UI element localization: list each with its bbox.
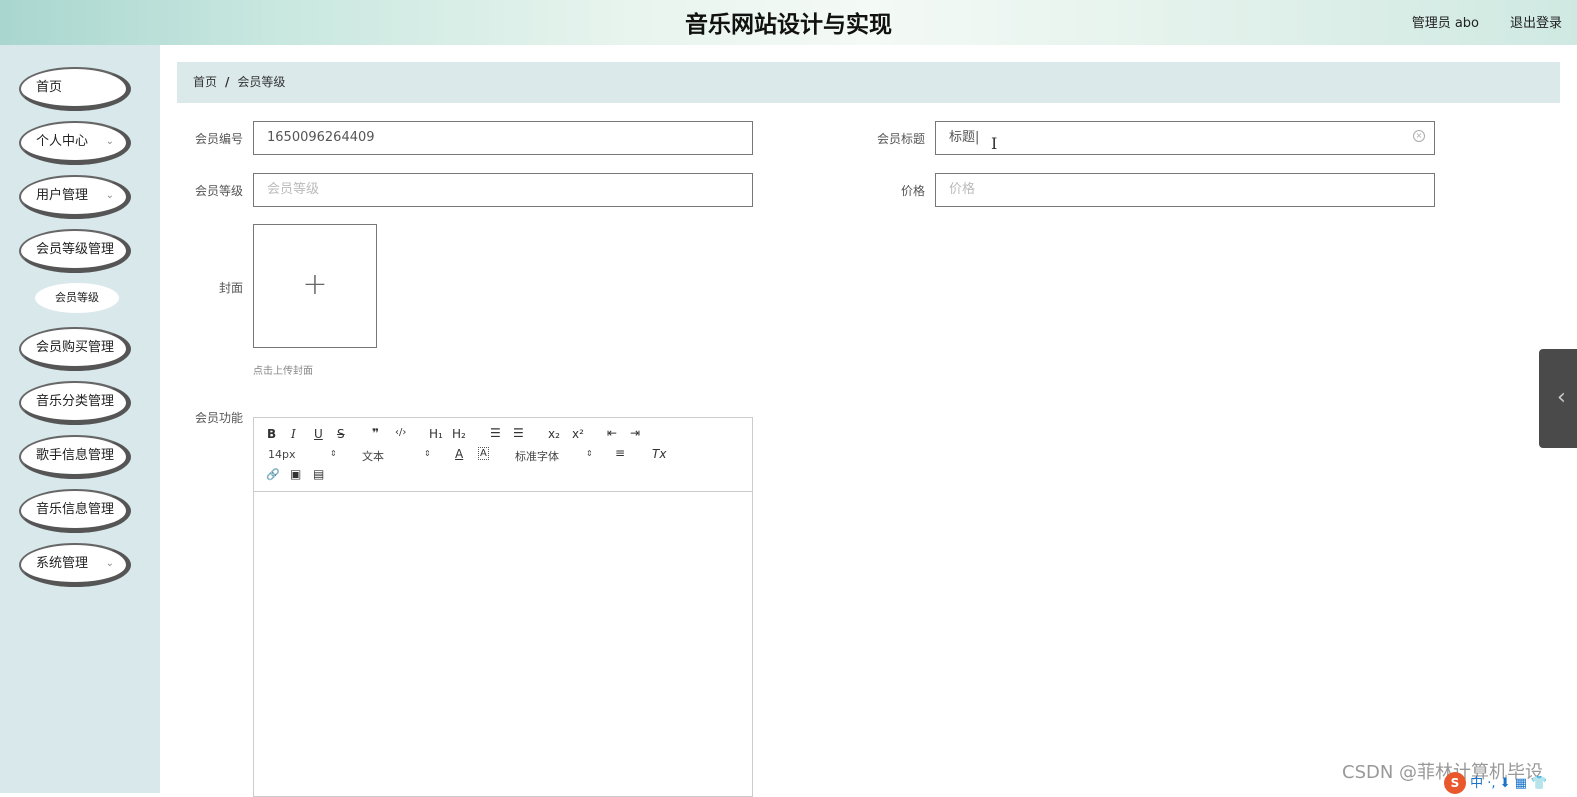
breadcrumb: 首页 / 会员等级 bbox=[177, 62, 1560, 103]
price-label: 价格 bbox=[900, 184, 925, 198]
sidebar-item-label: 会员购买管理 bbox=[36, 340, 115, 355]
bullet-list-button[interactable]: ☰ bbox=[513, 426, 524, 440]
sidebar-item-label: 会员等级管理 bbox=[36, 242, 115, 257]
breadcrumb-home[interactable]: 首页 bbox=[193, 75, 217, 89]
member-title-label: 会员标题 bbox=[876, 132, 925, 146]
sidebar-item-label: 系统管理 bbox=[36, 556, 89, 571]
align-button[interactable]: ≡ bbox=[615, 446, 625, 460]
indent-button[interactable]: ⇥ bbox=[630, 426, 640, 440]
font-family-value: 标准字体 bbox=[515, 450, 559, 463]
sidebar-item-member-purchase[interactable]: 会员购买管理 bbox=[19, 327, 131, 371]
member-level-label: 会员等级 bbox=[194, 184, 243, 198]
heading2-button[interactable]: H₂ bbox=[452, 427, 466, 441]
bold-button[interactable]: B bbox=[267, 427, 276, 441]
sidebar-item-label: 个人中心 bbox=[36, 134, 89, 149]
sidebar-item-singer-info[interactable]: 歌手信息管理 bbox=[19, 435, 131, 479]
sidebar-item-music-info[interactable]: 音乐信息管理 bbox=[19, 489, 131, 533]
ordered-list-button[interactable]: ☰ bbox=[490, 426, 501, 440]
logout-link[interactable]: 退出登录 bbox=[1510, 12, 1562, 31]
font-size-select[interactable]: 14px ⇕ bbox=[268, 448, 338, 461]
background-color-button[interactable]: A bbox=[478, 447, 489, 460]
price-input[interactable]: 价格 bbox=[935, 173, 1435, 207]
member-title-input[interactable]: 标题| bbox=[935, 121, 1435, 155]
font-family-select[interactable]: 标准字体 ⇕ bbox=[515, 448, 595, 464]
select-arrow-icon: ⇕ bbox=[330, 449, 337, 458]
member-id-label: 会员编号 bbox=[194, 132, 243, 146]
sidebar-item-user-management[interactable]: 用户管理 ⌄ bbox=[19, 175, 131, 219]
text-style-select[interactable]: 文本 ⇕ bbox=[362, 448, 432, 464]
chevron-left-icon: ‹ bbox=[1557, 385, 1566, 410]
chevron-down-icon: ⌄ bbox=[105, 136, 114, 147]
editor-content[interactable] bbox=[254, 493, 752, 796]
cover-label: 封面 bbox=[218, 281, 243, 295]
sidebar-item-label: 用户管理 bbox=[36, 188, 89, 203]
sidebar-item-label: 首页 bbox=[36, 80, 63, 95]
chevron-down-icon: ⌄ bbox=[105, 190, 114, 201]
underline-button[interactable]: U bbox=[314, 427, 323, 441]
plus-icon: + bbox=[302, 267, 328, 302]
select-arrow-icon: ⇕ bbox=[586, 449, 593, 458]
upload-tip: 点击上传封面 bbox=[253, 366, 313, 377]
clear-icon[interactable]: × bbox=[1413, 130, 1425, 142]
site-title: 音乐网站设计与实现 bbox=[685, 12, 892, 38]
sidebar-item-label: 音乐信息管理 bbox=[36, 502, 115, 517]
font-color-button[interactable]: A bbox=[455, 447, 463, 461]
link-button[interactable]: 🔗 bbox=[266, 468, 280, 481]
features-label: 会员功能 bbox=[194, 411, 243, 425]
sidebar-item-music-category[interactable]: 音乐分类管理 bbox=[19, 381, 131, 425]
sidebar-item-system-management[interactable]: 系统管理 ⌄ bbox=[19, 543, 131, 587]
ime-logo-icon: S bbox=[1444, 772, 1466, 794]
rich-text-editor: B I U S ❞ ‹/› H₁ H₂ ☰ ☰ x₂ x² ⇤ ⇥ 14px ⇕ … bbox=[253, 417, 753, 797]
breadcrumb-separator: / bbox=[225, 75, 230, 89]
current-user: 管理员 abo bbox=[1411, 16, 1479, 31]
member-level-input[interactable]: 会员等级 bbox=[253, 173, 753, 207]
submenu-item-member-level[interactable]: 会员等级 bbox=[35, 283, 119, 313]
text-cursor-icon: I bbox=[991, 134, 998, 153]
member-id-input[interactable]: 1650096264409 bbox=[253, 121, 753, 155]
heading1-button[interactable]: H₁ bbox=[429, 427, 443, 441]
italic-button[interactable]: I bbox=[291, 427, 296, 441]
sidebar-item-member-level-management[interactable]: 会员等级管理 bbox=[19, 229, 131, 273]
ime-toolbar[interactable]: S 中 ·, ⬇ ▦ 👕 bbox=[1444, 772, 1547, 794]
outdent-button[interactable]: ⇤ bbox=[607, 426, 617, 440]
sidebar-item-label: 歌手信息管理 bbox=[36, 448, 115, 463]
clear-format-button[interactable]: Tx bbox=[652, 447, 666, 461]
sidebar-item-label: 音乐分类管理 bbox=[36, 394, 115, 409]
text-style-value: 文本 bbox=[362, 450, 384, 463]
cover-upload[interactable]: + bbox=[253, 224, 377, 348]
font-size-value: 14px bbox=[268, 448, 296, 461]
video-button[interactable]: ▤ bbox=[313, 467, 324, 481]
editor-toolbar: B I U S ❞ ‹/› H₁ H₂ ☰ ☰ x₂ x² ⇤ ⇥ 14px ⇕ … bbox=[254, 418, 752, 492]
chevron-down-icon: ⌄ bbox=[105, 558, 114, 569]
code-block-button[interactable]: ‹/› bbox=[395, 427, 406, 438]
sidebar-item-home[interactable]: 首页 bbox=[19, 67, 131, 111]
header: 音乐网站设计与实现 管理员 abo 退出登录 bbox=[0, 0, 1577, 45]
blockquote-button[interactable]: ❞ bbox=[372, 426, 379, 440]
image-button[interactable]: ▣ bbox=[290, 467, 301, 481]
select-arrow-icon: ⇕ bbox=[424, 449, 431, 458]
side-drawer-tab[interactable]: ‹ bbox=[1539, 349, 1577, 448]
breadcrumb-current: 会员等级 bbox=[237, 75, 286, 89]
superscript-button[interactable]: x² bbox=[572, 427, 584, 441]
strikethrough-button[interactable]: S bbox=[337, 427, 345, 441]
subscript-button[interactable]: x₂ bbox=[548, 427, 560, 441]
sidebar-item-personal-center[interactable]: 个人中心 ⌄ bbox=[19, 121, 131, 165]
ime-status: 中 ·, ⬇ ▦ 👕 bbox=[1470, 776, 1548, 791]
